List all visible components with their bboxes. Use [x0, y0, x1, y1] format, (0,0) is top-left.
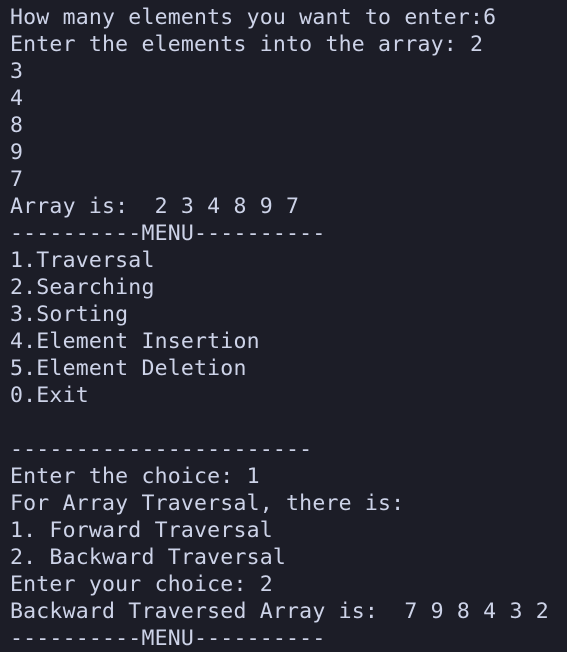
terminal-line: 4 — [10, 86, 24, 111]
terminal-line: 3.Sorting — [10, 302, 129, 327]
terminal-line: Backward Traversed Array is: 7 9 8 4 3 2 — [10, 599, 549, 624]
terminal-line: For Array Traversal, there is: — [10, 491, 405, 516]
terminal-line: 4.Element Insertion — [10, 329, 260, 354]
terminal-line: ----------------------- — [10, 437, 313, 462]
terminal-line: 3 — [10, 59, 24, 84]
terminal-line: 0.Exit — [10, 383, 89, 408]
terminal-line: 1. Forward Traversal — [10, 518, 273, 543]
terminal-line: How many elements you want to enter:6 — [10, 5, 497, 30]
terminal-line: Array is: 2 3 4 8 9 7 — [10, 194, 300, 219]
terminal-line: 7 — [10, 167, 24, 192]
terminal-line: 8 — [10, 113, 24, 138]
terminal-line: 2. Backward Traversal — [10, 545, 287, 570]
terminal-line: 5.Element Deletion — [10, 356, 247, 381]
terminal-line: Enter your choice: 2 — [10, 572, 273, 597]
terminal-line: 1.Traversal — [10, 248, 155, 273]
terminal-line: 9 — [10, 140, 24, 165]
terminal-line: ----------MENU---------- — [10, 626, 326, 651]
terminal-line: Enter the elements into the array: 2 — [10, 32, 484, 57]
terminal-output[interactable]: How many elements you want to enter:6 Ent… — [10, 4, 549, 652]
terminal-line: ----------MENU---------- — [10, 221, 326, 246]
terminal-line: Enter the choice: 1 — [10, 464, 260, 489]
terminal-line: 2.Searching — [10, 275, 155, 300]
